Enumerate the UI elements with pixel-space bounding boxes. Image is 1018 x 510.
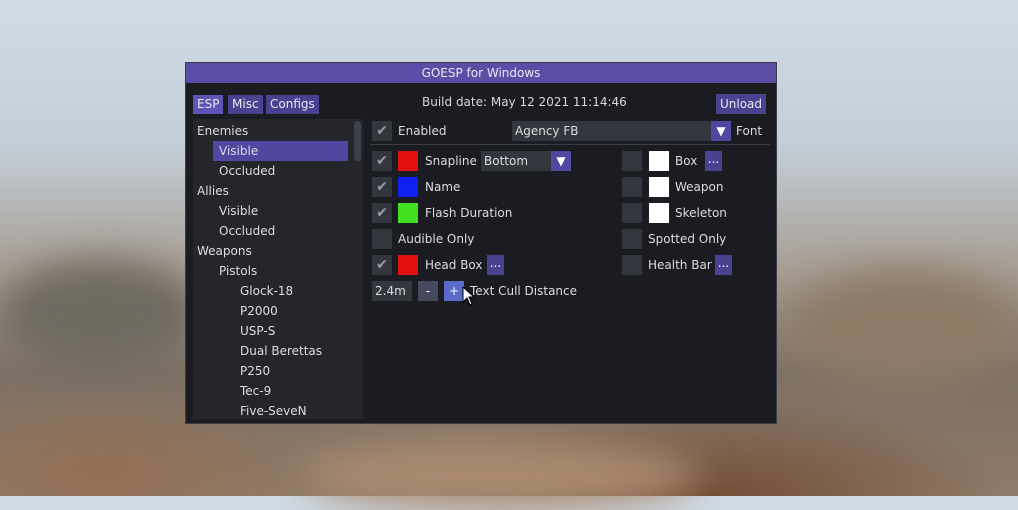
window-title: GOESP for Windows [421, 66, 541, 80]
tree-item-allies-occluded[interactable]: Occluded [219, 221, 275, 241]
tree-item-p250[interactable]: P250 [240, 361, 270, 381]
checkmark-icon: ✔ [376, 123, 388, 139]
weapon-label: Weapon [675, 180, 724, 194]
tree-item-enemies-occluded[interactable]: Occluded [219, 161, 275, 181]
tab-esp[interactable]: ESP [193, 95, 224, 114]
background-blur-1 [0, 260, 200, 370]
audible-only-label: Audible Only [398, 232, 475, 246]
snapline-color-swatch[interactable] [398, 151, 418, 171]
box-label: Box [675, 154, 698, 168]
head-box-color-swatch[interactable] [398, 255, 418, 275]
checkmark-icon: ✔ [376, 205, 388, 221]
tree-item-tec-9[interactable]: Tec-9 [240, 381, 271, 401]
spotted-only-label: Spotted Only [648, 232, 727, 246]
font-select[interactable]: Agency FB ▼ [512, 121, 731, 141]
flash-duration-checkbox[interactable]: ✔ [372, 203, 392, 223]
tree-item-usp-s[interactable]: USP-S [240, 321, 275, 341]
head-box-label: Head Box [425, 258, 483, 272]
snapline-position-select[interactable]: Bottom ▼ [481, 151, 571, 171]
box-options-button[interactable]: ... [705, 151, 722, 171]
build-date: Build date: May 12 2021 11:14:46 [422, 95, 627, 109]
cull-distance-decrement-button[interactable]: - [418, 281, 438, 301]
health-bar-checkbox[interactable] [622, 255, 642, 275]
mouse-cursor-icon [462, 286, 476, 306]
snapline-label: Snapline [425, 154, 477, 168]
audible-only-checkbox[interactable] [372, 229, 392, 249]
health-bar-label: Health Bar [648, 258, 712, 272]
tree-item-enemies-visible[interactable]: Visible [213, 141, 348, 161]
skeleton-checkbox[interactable] [622, 203, 642, 223]
tree-item-allies[interactable]: Allies [197, 181, 229, 201]
background-blur-3 [300, 440, 700, 510]
checkmark-icon: ✔ [376, 153, 388, 169]
box-checkbox[interactable] [622, 151, 642, 171]
cull-distance-increment-button[interactable]: + [444, 281, 464, 301]
spotted-only-checkbox[interactable] [622, 229, 642, 249]
top-bar: ESP Misc Configs Build date: May 12 2021… [186, 83, 776, 117]
font-label: Font [736, 124, 763, 138]
background-blur-2 [790, 270, 1018, 390]
dropdown-arrow-icon: ▼ [551, 151, 571, 171]
tab-misc[interactable]: Misc [228, 95, 263, 114]
checkmark-icon: ✔ [376, 179, 388, 195]
font-select-value: Agency FB [515, 124, 579, 138]
tree-item-pistols[interactable]: Pistols [219, 261, 257, 281]
health-bar-options-button[interactable]: ... [715, 255, 732, 275]
tree-item-allies-visible[interactable]: Visible [219, 201, 258, 221]
weapon-checkbox[interactable] [622, 177, 642, 197]
flash-duration-label: Flash Duration [425, 206, 513, 220]
window-titlebar[interactable]: GOESP for Windows [186, 63, 776, 83]
goesp-window: GOESP for Windows ESP Misc Configs Build… [185, 62, 777, 424]
name-color-swatch[interactable] [398, 177, 418, 197]
settings-panel: ✔ Enabled Agency FB ▼ Font ✔ Snapline Bo… [370, 119, 770, 419]
tree-item-p2000[interactable]: P2000 [240, 301, 278, 321]
unload-button[interactable]: Unload [716, 94, 766, 114]
head-box-checkbox[interactable]: ✔ [372, 255, 392, 275]
skeleton-label: Skeleton [675, 206, 727, 220]
weapon-color-swatch[interactable] [649, 177, 669, 197]
enabled-label: Enabled [398, 124, 447, 138]
name-checkbox[interactable]: ✔ [372, 177, 392, 197]
box-color-swatch[interactable] [649, 151, 669, 171]
tree-item-enemies[interactable]: Enemies [197, 121, 248, 141]
tree-item-dual-berettas[interactable]: Dual Berettas [240, 341, 322, 361]
name-label: Name [425, 180, 461, 194]
enabled-checkbox[interactable]: ✔ [372, 121, 392, 141]
head-box-options-button[interactable]: ... [487, 255, 504, 275]
tree-item-weapons[interactable]: Weapons [197, 241, 252, 261]
cull-distance-label: Text Cull Distance [470, 284, 578, 298]
cull-distance-value[interactable]: 2.4m [372, 281, 412, 301]
snapline-checkbox[interactable]: ✔ [372, 151, 392, 171]
checkmark-icon: ✔ [376, 257, 388, 273]
divider [370, 144, 770, 145]
flash-duration-color-swatch[interactable] [398, 203, 418, 223]
snapline-position-value: Bottom [484, 154, 529, 168]
tree-scrollbar[interactable] [354, 121, 361, 161]
category-tree: Enemies Visible Occluded Allies Visible … [193, 119, 363, 419]
tree-item-glock-18[interactable]: Glock-18 [240, 281, 293, 301]
skeleton-color-swatch[interactable] [649, 203, 669, 223]
dropdown-arrow-icon: ▼ [711, 121, 731, 141]
tab-configs[interactable]: Configs [266, 95, 319, 114]
tree-item-five-seven[interactable]: Five-SeveN [240, 401, 307, 419]
